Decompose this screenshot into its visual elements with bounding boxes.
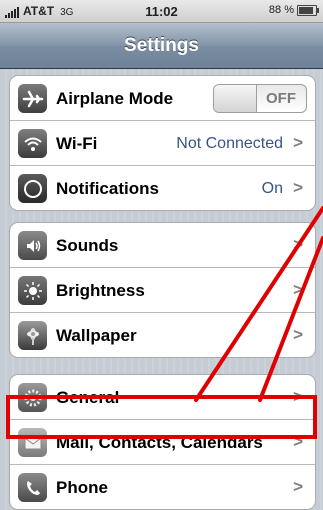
battery-percent: 88 % (268, 4, 294, 16)
row-value: On (261, 180, 283, 197)
chevron-right-icon: > (293, 280, 303, 299)
chevron-right-icon: > (293, 235, 303, 254)
settings-row-wallpaper[interactable]: Wallpaper > (10, 313, 315, 357)
notifications-icon (18, 174, 47, 203)
row-label: Wallpaper (56, 326, 137, 345)
navigation-bar: Settings (0, 23, 323, 69)
chevron-right-icon: > (293, 178, 303, 197)
chevron-right-icon: > (293, 477, 303, 496)
toggle-knob (214, 85, 257, 112)
row-label: Sounds (56, 236, 119, 255)
wifi-icon (18, 129, 47, 158)
battery-fill (299, 6, 313, 14)
chevron-right-icon: > (293, 133, 303, 152)
speaker-icon (18, 231, 47, 260)
airplane-mode-toggle[interactable]: OFF (213, 84, 307, 113)
settings-group-display: Sounds > Brightness > Wallpaper > (9, 222, 316, 358)
sun-icon (18, 276, 47, 305)
flower-icon (18, 321, 47, 350)
settings-row-brightness[interactable]: Brightness > (10, 268, 315, 313)
page-title: Settings (124, 35, 199, 56)
row-label: Phone (56, 478, 108, 497)
settings-row-sounds[interactable]: Sounds > (10, 223, 315, 268)
settings-group-connectivity: Airplane Mode OFF Wi-Fi Not Connected > … (9, 75, 316, 211)
settings-row-notifications[interactable]: Notifications On > (10, 166, 315, 210)
chevron-right-icon: > (293, 325, 303, 344)
battery-icon (297, 4, 319, 16)
row-label: Airplane Mode (56, 89, 174, 108)
settings-row-phone[interactable]: Phone > (10, 465, 315, 509)
row-label: Notifications (56, 179, 159, 198)
toggle-state: OFF (266, 90, 296, 107)
highlight-box (6, 395, 317, 439)
status-right: 88 % (268, 4, 319, 16)
row-label: Wi-Fi (56, 134, 98, 153)
phone-icon (18, 473, 47, 502)
settings-row-airplane-mode[interactable]: Airplane Mode OFF (10, 76, 315, 121)
airplane-icon (18, 84, 47, 113)
row-value: Not Connected (176, 135, 283, 152)
settings-row-wifi[interactable]: Wi-Fi Not Connected > (10, 121, 315, 166)
row-label: Brightness (56, 281, 145, 300)
status-bar: AT&T 3G 11:02 88 % (0, 0, 323, 23)
